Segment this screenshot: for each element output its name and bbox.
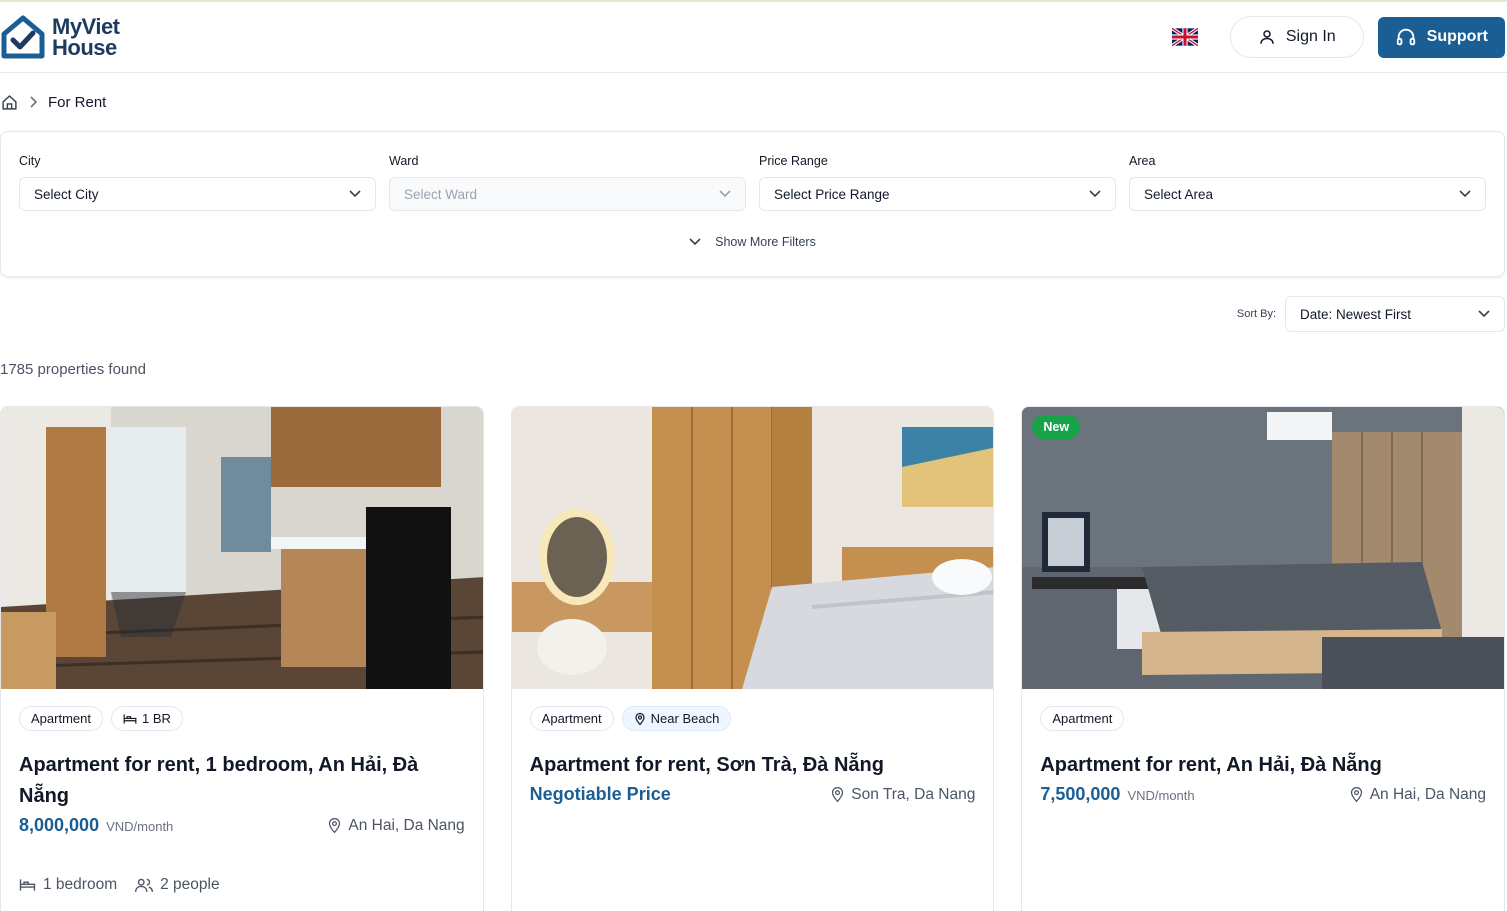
location-label: An Hai, Da Nang	[1369, 785, 1487, 803]
listing-card[interactable]: New Apartment Apartment for rent, An Hải…	[1021, 406, 1506, 911]
listing-card[interactable]: Apartment Near Beach Apartment for rent,…	[510, 406, 995, 911]
tag-type-label: Apartment	[31, 711, 91, 726]
headset-icon	[1396, 28, 1415, 46]
sort-select[interactable]: Date: Newest First	[1285, 296, 1505, 332]
listing-location: An Hai, Da Nang	[1349, 786, 1486, 804]
house-logo-icon	[1, 15, 45, 59]
feature-bedrooms: 1 bedroom	[19, 876, 117, 894]
area-select[interactable]: Select Area	[1129, 177, 1486, 211]
bed-icon	[123, 713, 137, 724]
filter-panel: City Select City Ward Select Ward Price …	[0, 131, 1505, 277]
sign-in-label: Sign In	[1285, 28, 1336, 45]
sort-select-value: Date: Newest First	[1300, 306, 1412, 322]
listing-price: 7,500,000 VND/month	[1040, 784, 1194, 805]
logo-line1: MyViet	[52, 14, 120, 39]
listing-location: An Hai, Da Nang	[327, 816, 465, 835]
listing-photo[interactable]: New	[1022, 407, 1505, 689]
listing-price: Negotiable Price	[530, 784, 671, 805]
new-badge: New	[1032, 415, 1081, 439]
filter-price-label: Price Range	[759, 154, 828, 168]
people-icon	[135, 878, 154, 892]
tag-bedrooms-label: 1 BR	[141, 711, 171, 726]
tag-type-label: Apartment	[541, 711, 602, 726]
location-label: Son Tra, Da Nang	[851, 785, 976, 803]
tag-near-beach: Near Beach	[621, 706, 732, 731]
logo[interactable]: MyViet House	[0, 14, 120, 60]
listing-location: Son Tra, Da Nang	[830, 786, 975, 804]
map-pin-icon	[635, 712, 645, 725]
filter-price: Price Range Select Price Range	[759, 154, 1116, 211]
show-more-filters-label: Show More Filters	[715, 235, 816, 249]
sort-bar: Sort By: Date: Newest First	[0, 296, 1507, 332]
chevron-down-icon	[719, 190, 731, 198]
listing-price: 8,000,000 VND/month	[19, 815, 173, 836]
listing-grid: Apartment 1 BR Apartment for rent, 1 bed…	[0, 406, 1507, 911]
price-value: 7,500,000	[1040, 784, 1121, 804]
tag-type: Apartment	[529, 706, 614, 731]
tag-bedrooms: 1 BR	[110, 706, 183, 731]
feature-bedrooms-label: 1 bedroom	[43, 876, 118, 893]
filter-ward: Ward Select Ward	[389, 154, 746, 211]
tag-type: Apartment	[19, 706, 103, 731]
price-unit: VND/month	[1127, 788, 1195, 803]
home-icon[interactable]	[1, 94, 18, 111]
ward-select-value: Select Ward	[404, 186, 478, 202]
location-label: An Hai, Da Nang	[348, 816, 465, 834]
filter-city-label: City	[19, 154, 41, 168]
price-range-value: Select Price Range	[774, 186, 890, 202]
support-button[interactable]: Support	[1377, 16, 1505, 58]
sort-label: Sort By:	[1236, 308, 1276, 320]
listing-title[interactable]: Apartment for rent, Sơn Trà, Đà Nẵng	[530, 750, 976, 781]
price-range-select[interactable]: Select Price Range	[759, 177, 1116, 211]
chevron-down-icon	[1478, 310, 1490, 318]
filter-city: City Select City	[19, 154, 376, 211]
map-pin-icon	[329, 818, 341, 834]
price-value: Negotiable Price	[529, 784, 671, 804]
listing-photo[interactable]	[1, 407, 483, 689]
listing-photo[interactable]	[511, 407, 994, 689]
chevron-down-icon	[1089, 190, 1101, 198]
listing-title[interactable]: Apartment for rent, 1 bedroom, An Hải, Đ…	[19, 750, 465, 812]
listing-card[interactable]: Apartment 1 BR Apartment for rent, 1 bed…	[0, 406, 484, 911]
show-more-filters-button[interactable]: Show More Filters	[19, 235, 1486, 249]
logo-line2: House	[52, 35, 117, 60]
tag-near-beach-label: Near Beach	[650, 711, 720, 726]
breadcrumb: For Rent	[0, 73, 1507, 131]
tag-type: Apartment	[1040, 706, 1125, 731]
price-value: 8,000,000	[19, 815, 100, 835]
sign-in-button[interactable]: Sign In	[1229, 16, 1364, 58]
listing-title[interactable]: Apartment for rent, An Hải, Đà Nẵng	[1040, 750, 1486, 781]
site-header: MyViet House Sign In Support	[0, 2, 1507, 73]
feature-people-label: 2 people	[160, 876, 220, 893]
map-pin-icon	[832, 787, 844, 803]
uk-flag-icon[interactable]	[1171, 27, 1198, 47]
filter-area: Area Select Area	[1129, 154, 1486, 211]
filter-ward-label: Ward	[389, 154, 419, 168]
filter-area-label: Area	[1129, 154, 1156, 168]
feature-people: 2 people	[135, 876, 220, 894]
results-count: 1785 properties found	[0, 361, 146, 378]
support-label: Support	[1426, 28, 1488, 45]
city-select[interactable]: Select City	[19, 177, 376, 211]
map-pin-icon	[1350, 787, 1362, 803]
chevron-down-icon	[689, 238, 701, 246]
city-select-value: Select City	[34, 186, 99, 202]
chevron-down-icon	[1459, 190, 1471, 198]
chevron-right-icon	[30, 96, 38, 108]
area-select-value: Select Area	[1144, 186, 1214, 202]
chevron-down-icon	[349, 190, 361, 198]
breadcrumb-current: For Rent	[48, 93, 107, 111]
user-icon	[1260, 30, 1274, 44]
price-unit: VND/month	[106, 819, 174, 834]
tag-type-label: Apartment	[1052, 711, 1113, 726]
ward-select[interactable]: Select Ward	[389, 177, 746, 211]
bed-icon	[19, 879, 36, 891]
